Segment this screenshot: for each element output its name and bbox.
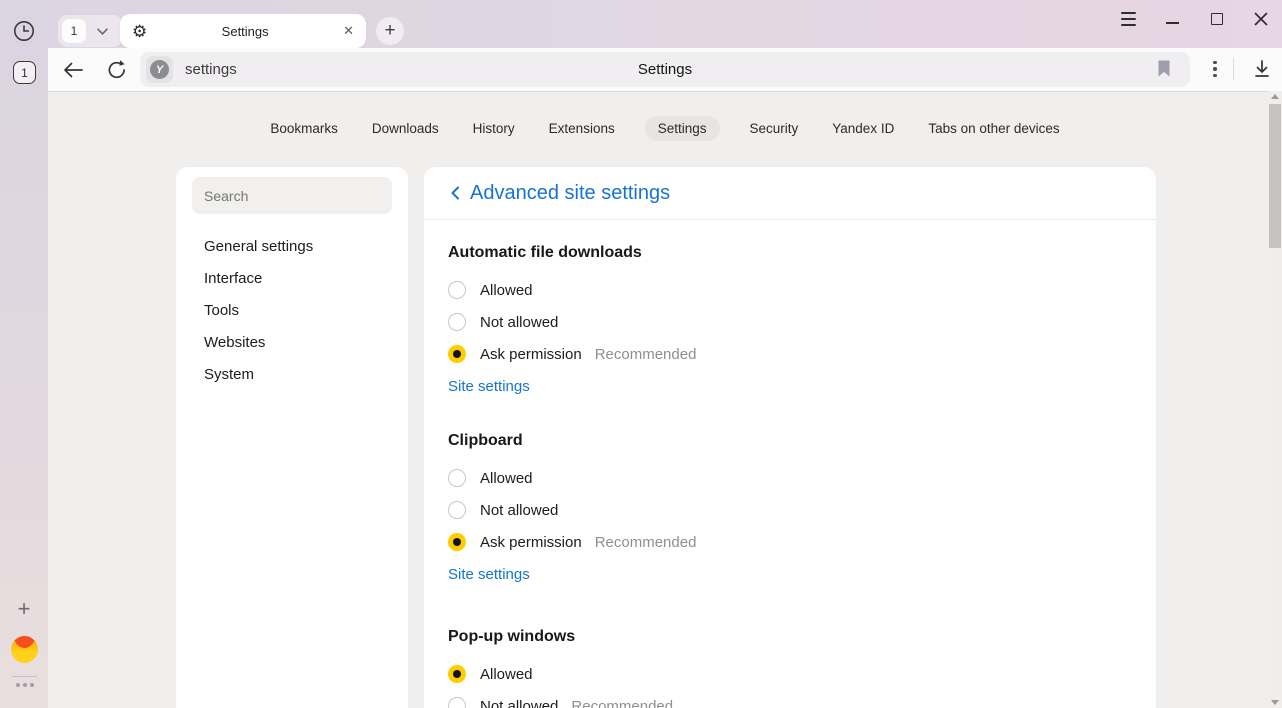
- section-automatic-file-downloads: Automatic file downloads Allowed Not all…: [448, 244, 1132, 396]
- nav-tabs-other-devices[interactable]: Tabs on other devices: [924, 116, 1063, 141]
- radio-icon[interactable]: [448, 281, 466, 299]
- nav-bookmarks[interactable]: Bookmarks: [266, 116, 342, 141]
- chevron-down-icon[interactable]: [86, 27, 118, 36]
- radio-option[interactable]: Not allowed Recommended: [448, 690, 1132, 708]
- radio-icon-selected[interactable]: [448, 665, 466, 683]
- settings-main-panel: Advanced site settings Automatic file do…: [424, 167, 1156, 708]
- radio-option-selected[interactable]: Ask permission Recommended: [448, 526, 1132, 558]
- radio-option[interactable]: Not allowed: [448, 494, 1132, 526]
- new-tab-button[interactable]: +: [376, 17, 404, 45]
- tab-settings[interactable]: ⚙ Settings ✕: [120, 14, 366, 48]
- maximize-button[interactable]: [1205, 8, 1228, 31]
- site-settings-link[interactable]: Site settings: [448, 566, 530, 583]
- toolbar: Y settings Settings: [48, 48, 1282, 91]
- settings-nav: Bookmarks Downloads History Extensions S…: [48, 116, 1270, 141]
- edge-tab-count: 1: [21, 66, 28, 80]
- nav-settings[interactable]: Settings: [645, 116, 720, 141]
- recommended-note: Recommended: [595, 346, 697, 363]
- bookmark-icon[interactable]: [1156, 59, 1176, 79]
- radio-icon-selected[interactable]: [448, 345, 466, 363]
- scrollbar-up-arrow[interactable]: [1271, 94, 1279, 99]
- browser-window: 1 + 1 ⚙ Settings ✕ +: [0, 0, 1282, 708]
- sidebar-item-general-settings[interactable]: General settings: [176, 230, 408, 262]
- nav-security[interactable]: Security: [746, 116, 803, 141]
- history-clock-icon[interactable]: [12, 19, 36, 43]
- menu-icon[interactable]: [1117, 8, 1140, 31]
- radio-option-selected[interactable]: Allowed: [448, 658, 1132, 690]
- advanced-settings-header[interactable]: Advanced site settings: [424, 167, 1156, 220]
- back-chevron-icon[interactable]: [448, 185, 462, 201]
- radio-option[interactable]: Allowed: [448, 274, 1132, 306]
- site-settings-link[interactable]: Site settings: [448, 378, 530, 395]
- radio-option-selected[interactable]: Ask permission Recommended: [448, 338, 1132, 370]
- section-title: Pop-up windows: [448, 628, 1132, 646]
- tab-group-pill[interactable]: 1: [58, 15, 122, 47]
- edge-sidebar: 1 +: [0, 0, 48, 708]
- settings-sections: Automatic file downloads Allowed Not all…: [424, 244, 1156, 708]
- toolbar-separator: [1233, 58, 1234, 80]
- close-button[interactable]: [1249, 8, 1272, 31]
- search-box[interactable]: [192, 177, 392, 214]
- reload-button[interactable]: [103, 56, 131, 84]
- window-controls: [1117, 5, 1272, 33]
- radio-option[interactable]: Allowed: [448, 462, 1132, 494]
- radio-icon[interactable]: [448, 697, 466, 708]
- download-icon[interactable]: [1250, 57, 1274, 81]
- radio-icon-selected[interactable]: [448, 533, 466, 551]
- tab-panel-toggle[interactable]: 1: [13, 61, 36, 84]
- address-bar[interactable]: Y settings Settings: [140, 52, 1190, 87]
- section-popup-windows: Pop-up windows Allowed Not allowed Recom…: [448, 628, 1132, 708]
- radio-icon[interactable]: [448, 469, 466, 487]
- kebab-menu-icon[interactable]: [1203, 57, 1227, 81]
- back-button[interactable]: [59, 56, 87, 84]
- radio-option[interactable]: Not allowed: [448, 306, 1132, 338]
- sidebar-list: General settings Interface Tools Website…: [176, 230, 408, 390]
- sidebar-item-system[interactable]: System: [176, 358, 408, 390]
- tab-count-badge[interactable]: 1: [62, 19, 86, 43]
- yandex-mail-icon[interactable]: [11, 636, 38, 663]
- tab-title: Settings: [147, 24, 343, 39]
- scrollbar-down-arrow[interactable]: [1271, 700, 1279, 705]
- edge-add-button[interactable]: +: [13, 598, 35, 620]
- settings-sidebar: General settings Interface Tools Website…: [176, 167, 408, 708]
- settings-page: Bookmarks Downloads History Extensions S…: [48, 91, 1270, 708]
- edge-more-icon[interactable]: [12, 683, 37, 687]
- recommended-note: Recommended: [571, 698, 673, 708]
- recommended-note: Recommended: [595, 534, 697, 551]
- radio-icon[interactable]: [448, 313, 466, 331]
- nav-downloads[interactable]: Downloads: [368, 116, 443, 141]
- tab-close-icon[interactable]: ✕: [343, 23, 354, 39]
- nav-yandex-id[interactable]: Yandex ID: [828, 116, 898, 141]
- search-input[interactable]: [204, 188, 380, 204]
- section-title: Clipboard: [448, 432, 1132, 450]
- nav-history[interactable]: History: [469, 116, 519, 141]
- edge-divider: [12, 676, 37, 677]
- gear-icon: ⚙: [132, 23, 147, 40]
- scrollbar-thumb[interactable]: [1269, 104, 1281, 248]
- page-title: Settings: [140, 52, 1190, 87]
- sidebar-item-websites[interactable]: Websites: [176, 326, 408, 358]
- minimize-button[interactable]: [1161, 8, 1184, 31]
- sidebar-item-tools[interactable]: Tools: [176, 294, 408, 326]
- nav-extensions[interactable]: Extensions: [545, 116, 619, 141]
- sidebar-item-interface[interactable]: Interface: [176, 262, 408, 294]
- section-title: Automatic file downloads: [448, 244, 1132, 262]
- section-clipboard: Clipboard Allowed Not allowed Ask permis…: [448, 432, 1132, 584]
- page-section-title: Advanced site settings: [470, 182, 670, 205]
- tab-bar: 1 ⚙ Settings ✕ +: [48, 0, 1282, 48]
- radio-icon[interactable]: [448, 501, 466, 519]
- scrollbar[interactable]: [1268, 91, 1282, 708]
